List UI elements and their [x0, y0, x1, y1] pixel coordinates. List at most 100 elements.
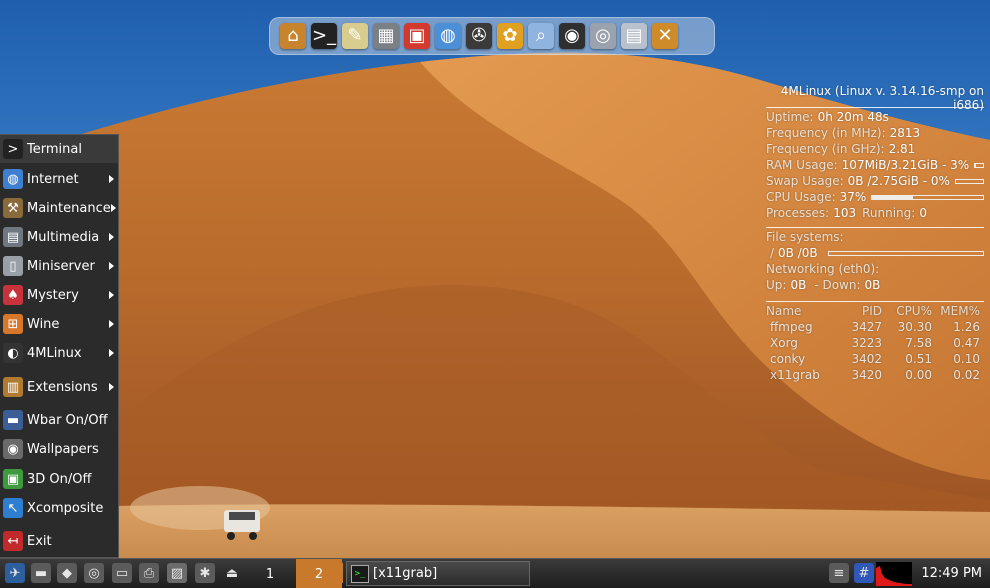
screenshot-icon[interactable]: ▤	[621, 23, 647, 49]
processes-value: 103	[833, 206, 857, 220]
task-label: [x11grab]	[373, 566, 438, 581]
menu-item-label: Extensions	[27, 379, 98, 395]
web-browser-icon[interactable]: ◍	[435, 23, 461, 49]
conky-cpu-row: CPU Usage: 37%	[766, 189, 984, 205]
menu-item-label: 4MLinux	[27, 345, 82, 361]
image-viewer-icon[interactable]: ✿	[497, 23, 523, 49]
conky-net-title: Networking (eth0):	[766, 262, 880, 276]
search-icon[interactable]: ⌕	[528, 23, 554, 49]
multimedia-icon: ▤	[3, 227, 23, 247]
menu-item-internet[interactable]: ◍ Internet	[0, 165, 118, 193]
process-row: x11grab 3420 0.00 0.02	[770, 368, 980, 382]
process-row: ffmpeg 3427 30.30 1.26	[770, 320, 980, 334]
menu-item-terminal[interactable]: > Terminal	[0, 135, 118, 163]
conky-processes-row: Processes: 103 Running: 0	[766, 206, 927, 220]
net-up-value: 0B	[790, 278, 807, 292]
jwm-menu-icon[interactable]: ✈	[5, 563, 25, 583]
menu-item-label: Maintenance	[27, 200, 111, 216]
submenu-arrow-icon	[109, 349, 114, 357]
freq-mhz-value: 2813	[889, 126, 921, 140]
process-table-header: Name PID CPU% MEM%	[766, 304, 980, 318]
cpu-value: 37%	[839, 190, 867, 204]
menu-item-3d[interactable]: ▣ 3D On/Off	[0, 465, 118, 493]
exit-icon: ↤	[3, 531, 23, 551]
menu-item-mystery[interactable]: ♠ Mystery	[0, 281, 118, 309]
conky-fs-title: File systems:	[766, 230, 844, 244]
submenu-arrow-icon	[109, 320, 114, 328]
menu-item-label: Multimedia	[27, 229, 100, 245]
calendar-tray-icon[interactable]: #	[854, 563, 874, 583]
menu-item-wine[interactable]: ⊞ Wine	[0, 310, 118, 338]
menu-item-label: 3D On/Off	[27, 471, 92, 487]
xcomposite-icon: ↖	[3, 498, 23, 518]
cdrom-icon[interactable]: ◎	[84, 563, 104, 583]
server-icon: ▯	[3, 256, 23, 276]
freq-ghz-value: 2.81	[888, 142, 916, 156]
submenu-arrow-icon	[109, 175, 114, 183]
floppy-icon[interactable]: ▭	[112, 563, 132, 583]
task-indicator	[335, 563, 343, 583]
video-player-icon[interactable]: ✇	[466, 23, 492, 49]
menu-item-wallpapers[interactable]: ◉ Wallpapers	[0, 435, 118, 463]
image-editor-icon[interactable]: ▨	[167, 563, 187, 583]
submenu-arrow-icon	[109, 291, 114, 299]
menu-item-maintenance[interactable]: ⚒ Maintenance	[0, 194, 118, 222]
eject-icon[interactable]: ⏏	[222, 563, 242, 583]
process-row: conky 3402 0.51 0.10	[770, 352, 980, 366]
cpu-usage-bar	[871, 194, 984, 200]
menu-item-label: Xcomposite	[27, 500, 104, 516]
menu-item-label: Miniserver	[27, 258, 95, 274]
menu-item-multimedia[interactable]: ▤ Multimedia	[0, 223, 118, 251]
net-down-value: 0B	[864, 278, 881, 292]
menu-item-label: Wbar On/Off	[27, 412, 108, 428]
task-button-x11grab[interactable]: >_ [x11grab]	[346, 561, 530, 586]
drive-icon[interactable]: ▬	[31, 563, 51, 583]
conky-swap-row: Swap Usage: 0B /2.75GiB - 0%	[766, 173, 984, 189]
menu-item-label: Wine	[27, 316, 60, 332]
root-menu: > Terminal ◍ Internet ⚒ Maintenance ▤ Multimedi…	[0, 134, 119, 558]
menu-item-xcomposite[interactable]: ↖ Xcomposite	[0, 494, 118, 522]
webcam-icon[interactable]: ◎	[590, 23, 616, 49]
tools-icon[interactable]: ✕	[652, 23, 678, 49]
pager-desktop-1[interactable]: 1	[247, 559, 293, 588]
process-row: Xorg 3223 7.58 0.47	[770, 336, 980, 350]
wbar-icon: ▬	[3, 410, 23, 430]
menu-item-label: Exit	[27, 533, 52, 549]
calendar-icon[interactable]: ▣	[404, 23, 430, 49]
menu-item-4mlinux[interactable]: ◐ 4MLinux	[0, 339, 118, 367]
uptime-value: 0h 20m 48s	[817, 110, 889, 124]
wbar-dock: ⌂ >_ ✎ ▦ ▣ ◍ ✇ ✿ ⌕ ◉ ◎ ▤ ✕	[269, 17, 715, 55]
windows-icon: ⊞	[3, 314, 23, 334]
calculator-icon[interactable]: ▦	[373, 23, 399, 49]
fs-root-usage-bar	[827, 250, 984, 256]
menu-item-label: Terminal	[27, 141, 82, 157]
eye-icon: ◉	[3, 439, 23, 459]
ram-usage-bar	[974, 162, 984, 168]
cube-3d-icon: ▣	[3, 469, 23, 489]
taskbar: ✈ ▬ ◆ ◎ ▭ ⎙ ▨ ✱ ⏏ 1 2 >_ [x11grab] ≡ # 12:49 PM	[0, 558, 990, 588]
submenu-arrow-icon	[109, 262, 114, 270]
clock[interactable]: 12:49 PM	[921, 559, 982, 588]
submenu-arrow-icon	[109, 383, 114, 391]
menu-item-exit[interactable]: ↤ Exit	[0, 527, 118, 555]
conky-freq-ghz-row: Frequency (in GHz): 2.81	[766, 142, 916, 156]
conky-system-monitor: 4MLinux (Linux v. 3.14.16-smp on i686) U…	[766, 84, 984, 383]
conky-net-row: Up: 0B - Down: 0B	[766, 278, 881, 292]
conky-title: 4MLinux (Linux v. 3.14.16-smp on i686)	[780, 84, 984, 112]
conky-freq-mhz-row: Frequency (in MHz): 2813	[766, 126, 921, 140]
printer-icon[interactable]: ⎙	[139, 563, 159, 583]
terminal-icon[interactable]: >_	[311, 23, 337, 49]
conky-uptime-row: Uptime: 0h 20m 48s	[766, 110, 889, 124]
hammer-icon: ⚒	[3, 198, 23, 218]
menu-item-wbar[interactable]: ▬ Wbar On/Off	[0, 406, 118, 434]
camera-icon[interactable]: ◉	[559, 23, 585, 49]
text-editor-icon[interactable]: ✎	[342, 23, 368, 49]
cards-icon: ♠	[3, 285, 23, 305]
mixer-icon[interactable]: ≡	[829, 563, 849, 583]
menu-item-extensions[interactable]: ▥ Extensions	[0, 373, 118, 401]
submenu-arrow-icon	[109, 233, 114, 241]
home-folder-icon[interactable]: ⌂	[280, 23, 306, 49]
menu-item-miniserver[interactable]: ▯ Miniserver	[0, 252, 118, 280]
bluetooth-icon[interactable]: ✱	[195, 563, 215, 583]
usb-drive-icon[interactable]: ◆	[57, 563, 77, 583]
